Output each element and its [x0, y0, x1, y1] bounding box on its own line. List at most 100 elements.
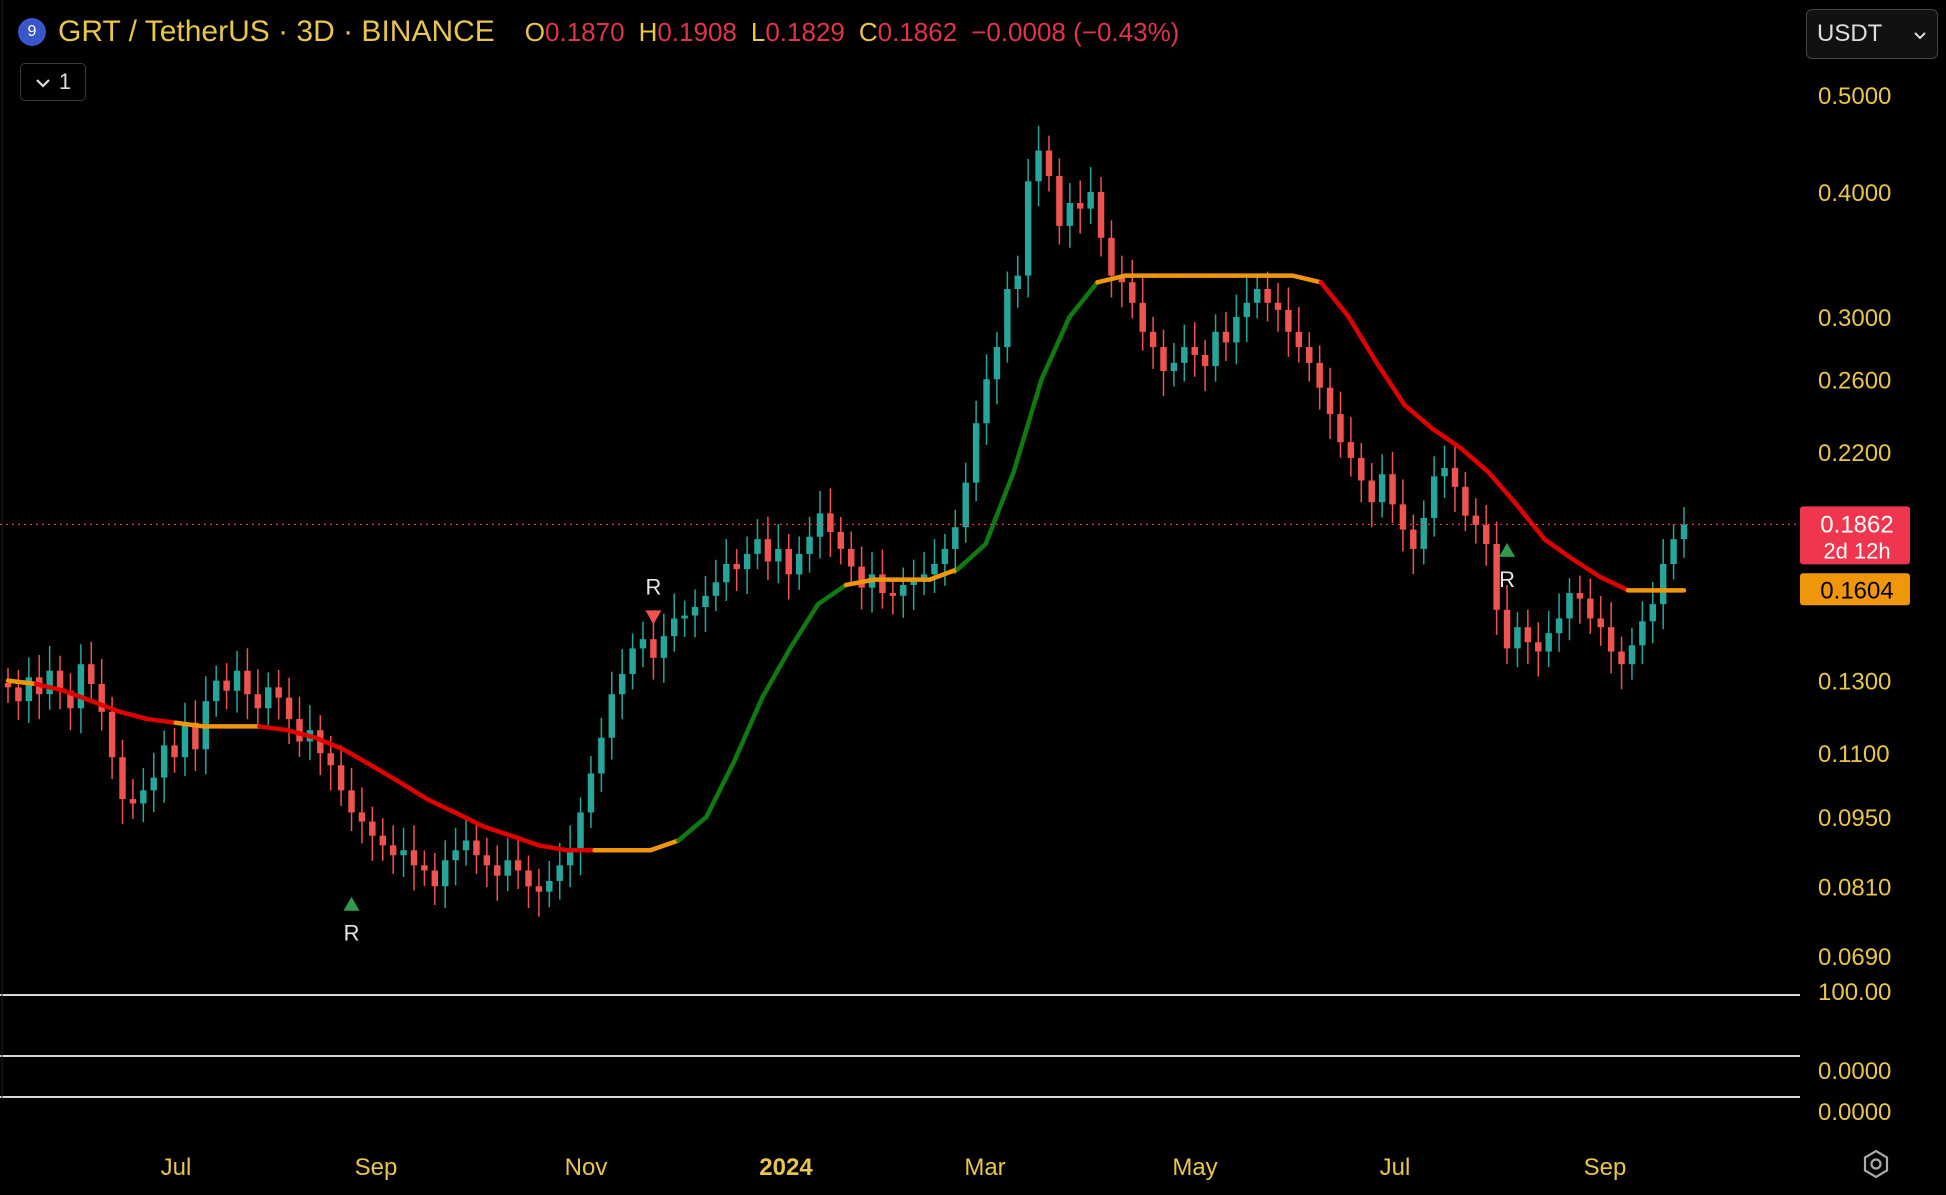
candle[interactable]	[1462, 486, 1469, 516]
candle[interactable]	[1285, 309, 1292, 332]
candle[interactable]	[441, 860, 449, 887]
candle[interactable]	[160, 745, 168, 778]
candle[interactable]	[1316, 362, 1323, 388]
price-chart[interactable]: 0.5000 0.4000 0.3000 0.2600 0.2200 0.1300 0.11…	[0, 0, 1946, 1190]
candle[interactable]	[1108, 237, 1115, 276]
candle[interactable]	[77, 664, 85, 709]
candle[interactable]	[1368, 480, 1375, 503]
candle[interactable]	[514, 860, 522, 871]
candle[interactable]	[931, 563, 938, 575]
candle[interactable]	[1555, 618, 1563, 634]
candle[interactable]	[400, 850, 407, 856]
candle[interactable]	[46, 670, 53, 695]
candle[interactable]	[1566, 593, 1573, 619]
candle[interactable]	[546, 880, 553, 892]
chart-container[interactable]: 0.5000 0.4000 0.3000 0.2600 0.2200 0.1300 0.11…	[0, 0, 1946, 1190]
candle[interactable]	[431, 870, 439, 887]
candle[interactable]	[1191, 347, 1198, 355]
candle[interactable]	[88, 664, 95, 684]
candle[interactable]	[275, 687, 282, 698]
candle[interactable]	[348, 790, 355, 813]
candle[interactable]	[1597, 618, 1604, 628]
candle[interactable]	[1233, 317, 1240, 343]
candle[interactable]	[1004, 289, 1011, 348]
candle[interactable]	[1306, 347, 1313, 363]
candle[interactable]	[337, 765, 345, 791]
candle[interactable]	[1129, 282, 1136, 303]
candle[interactable]	[15, 687, 22, 702]
candle[interactable]	[1670, 539, 1677, 564]
candle[interactable]	[296, 719, 303, 742]
candle[interactable]	[1378, 474, 1386, 503]
candle[interactable]	[1264, 289, 1271, 303]
candle[interactable]	[816, 513, 824, 537]
candle[interactable]	[452, 850, 459, 861]
currency-select[interactable]: USDT	[1806, 9, 1938, 59]
candle[interactable]	[962, 482, 969, 528]
candle[interactable]	[847, 548, 855, 567]
candle[interactable]	[223, 680, 230, 691]
candle[interactable]	[1097, 192, 1105, 238]
candle[interactable]	[1274, 302, 1282, 310]
candle[interactable]	[577, 812, 584, 851]
candle[interactable]	[1639, 621, 1646, 646]
candle[interactable]	[1659, 563, 1667, 605]
candle[interactable]	[556, 865, 563, 881]
candle[interactable]	[1024, 181, 1032, 276]
candle[interactable]	[1295, 331, 1303, 348]
candle[interactable]	[1056, 176, 1063, 226]
candle[interactable]	[889, 593, 897, 596]
candle[interactable]	[1014, 275, 1021, 290]
candle[interactable]	[129, 799, 137, 804]
candle[interactable]	[483, 855, 491, 866]
candle[interactable]	[473, 840, 480, 856]
candle[interactable]	[754, 539, 761, 554]
candle[interactable]	[806, 536, 813, 554]
candle[interactable]	[389, 845, 397, 856]
candle[interactable]	[1545, 633, 1552, 652]
candle[interactable]	[4, 683, 12, 688]
candle[interactable]	[743, 553, 751, 570]
candle[interactable]	[1139, 302, 1146, 332]
candle[interactable]	[327, 753, 334, 766]
indicator-toggle-button[interactable]: 1	[20, 63, 86, 101]
candle[interactable]	[254, 694, 262, 709]
candle[interactable]	[233, 670, 241, 691]
candle[interactable]	[1253, 289, 1261, 303]
candle[interactable]	[369, 821, 376, 836]
candle[interactable]	[410, 850, 418, 866]
candle[interactable]	[1535, 642, 1542, 652]
candle[interactable]	[691, 606, 699, 616]
candle[interactable]	[566, 850, 574, 866]
settings-gear-icon[interactable]	[1860, 1148, 1892, 1180]
candle[interactable]	[504, 860, 511, 876]
candle[interactable]	[1347, 442, 1355, 458]
candle[interactable]	[1326, 387, 1334, 415]
candle[interactable]	[1482, 524, 1490, 545]
candle[interactable]	[1618, 651, 1625, 665]
candle[interactable]	[941, 548, 949, 564]
candle[interactable]	[712, 582, 720, 596]
candle[interactable]	[1607, 627, 1615, 652]
candle[interactable]	[1222, 331, 1230, 343]
candle[interactable]	[993, 347, 1001, 380]
candle[interactable]	[1680, 524, 1688, 540]
candle[interactable]	[265, 687, 272, 709]
candle[interactable]	[1358, 457, 1365, 481]
candle[interactable]	[1160, 347, 1167, 372]
candle[interactable]	[1576, 593, 1584, 599]
candle[interactable]	[535, 886, 543, 892]
candle[interactable]	[1066, 203, 1074, 226]
candle[interactable]	[702, 595, 709, 607]
candle[interactable]	[972, 423, 980, 483]
candle[interactable]	[660, 636, 668, 658]
candle[interactable]	[1149, 331, 1157, 348]
candle[interactable]	[1514, 627, 1521, 649]
candle[interactable]	[1389, 474, 1396, 505]
candle[interactable]	[764, 539, 772, 562]
candle[interactable]	[285, 697, 293, 720]
candle[interactable]	[1170, 362, 1178, 372]
candle[interactable]	[733, 563, 740, 570]
candle[interactable]	[181, 722, 189, 758]
candle[interactable]	[598, 737, 605, 774]
